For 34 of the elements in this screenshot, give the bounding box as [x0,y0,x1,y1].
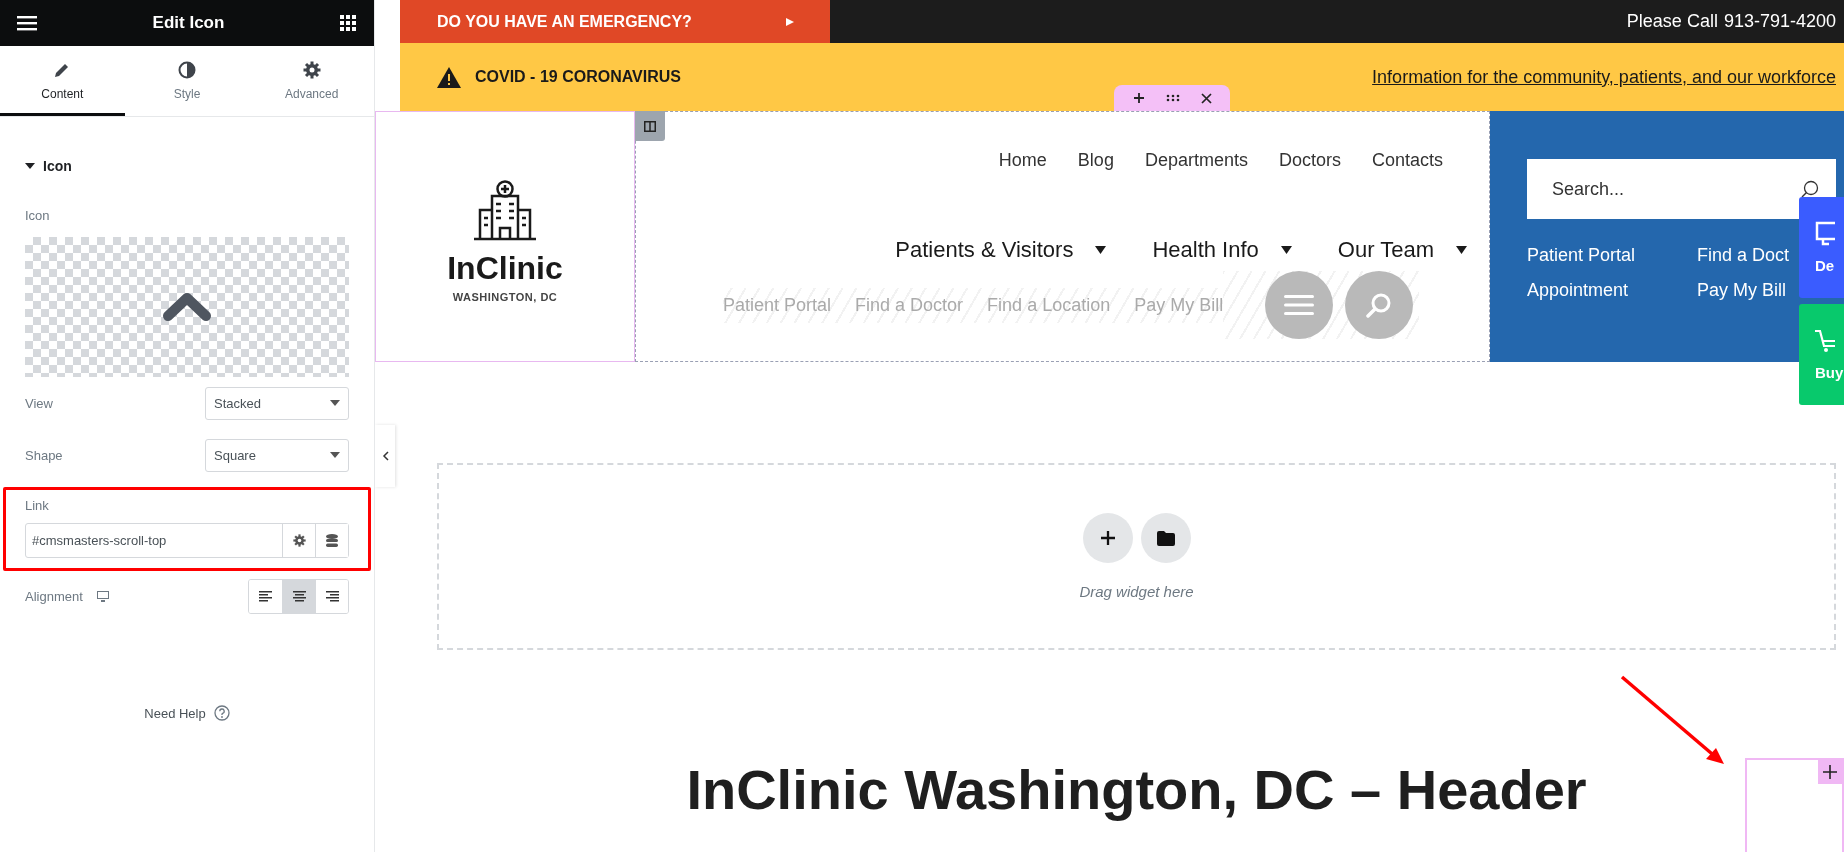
phone-number[interactable]: 913-791-4200 [1723,11,1836,32]
nav-link[interactable]: Home [998,150,1047,171]
field-label: Link [25,498,50,513]
field-label: Shape [25,447,63,463]
nav-menu-item[interactable]: Health Info [1152,237,1292,263]
notice-title: COVID - 19 CORONAVIRUS [475,68,681,86]
side-button[interactable]: De [1799,197,1844,298]
section-toggle[interactable]: Icon [25,158,349,174]
quick-link[interactable]: Pay My Bill [1697,280,1786,301]
emergency-bar[interactable]: DO YOU HAVE AN EMERGENCY? [400,0,830,43]
search-field[interactable]: Search... [1527,159,1836,219]
field-label: Alignment [25,588,83,604]
help-link[interactable]: Need Help [144,705,206,721]
field-label: Icon [25,208,51,223]
call-text: Please Call [1626,11,1718,32]
quick-link[interactable]: Find a Doct [1697,245,1790,266]
nav-link[interactable]: Doctors [1278,150,1341,171]
page-heading: InClinic Washington, DC – Header [686,757,1587,822]
nav-link[interactable]: Departments [1144,150,1248,171]
quick-link[interactable]: Appointment [1527,280,1629,301]
logo-name: InClinic [447,250,563,287]
nav-menu-item[interactable]: Patients & Visitors [895,237,1107,263]
quick-link[interactable]: Patient Portal [1527,245,1636,266]
nav-link[interactable]: Blog [1077,150,1114,171]
emergency-text: DO YOU HAVE AN EMERGENCY? [437,12,692,31]
info-link[interactable]: Information for the community, patients, and our workforce [1372,66,1836,88]
logo-location: WASHINGTON, DC [452,291,558,303]
nav-link[interactable]: Contacts [1371,150,1443,171]
select-field[interactable]: Square [205,438,349,472]
select-field[interactable]: Stacked [205,386,349,420]
nav-menu-item[interactable]: Our Team [1337,237,1467,263]
field-label: View [25,395,53,411]
drop-hint: Drag widget here [1079,583,1194,600]
panel-title: Edit Icon [152,13,225,33]
